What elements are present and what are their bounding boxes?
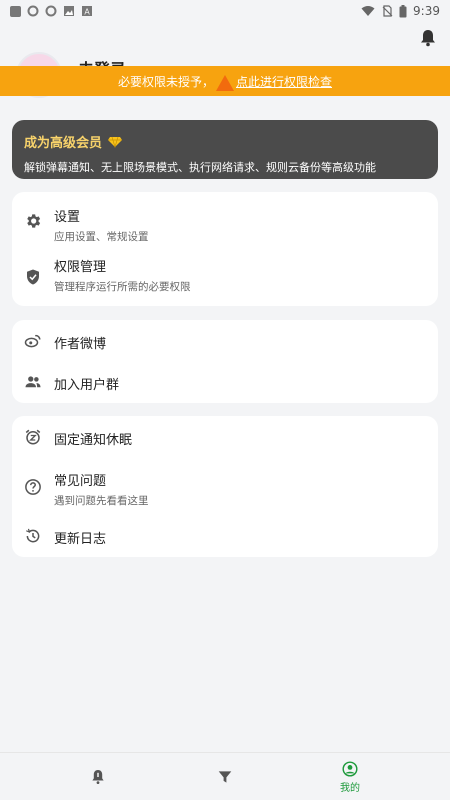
menu-card-community: 作者微博 加入用户群 bbox=[12, 320, 438, 403]
menu-item-pin-notification-sleep[interactable]: 固定通知休眠 bbox=[12, 416, 438, 458]
menu-card-help: 固定通知休眠 常见问题 遇到问题先看看这里 更新日志 bbox=[12, 416, 438, 557]
app-notification-icon bbox=[10, 5, 21, 17]
menu-item-changelog[interactable]: 更新日志 bbox=[12, 516, 438, 557]
menu-item-title: 设置 bbox=[54, 210, 81, 225]
person-icon bbox=[342, 760, 358, 777]
premium-membership-card[interactable]: 成为高级会员 解锁弹幕通知、无上限场景模式、执行网络请求、规则云备份等高级功能 bbox=[12, 120, 438, 179]
font-icon: A bbox=[82, 6, 92, 17]
menu-card-settings: 设置 应用设置、常规设置 权限管理 管理程序运行所需的必要权限 bbox=[12, 192, 438, 306]
svg-text:A: A bbox=[84, 8, 90, 17]
status-bar: A 9:39 bbox=[0, 0, 450, 22]
permission-check-link[interactable]: 点此进行权限检查 bbox=[236, 73, 332, 90]
status-icons-left: A bbox=[10, 5, 93, 17]
premium-description: 解锁弹幕通知、无上限场景模式、执行网络请求、规则云备份等高级功能 bbox=[24, 161, 376, 174]
history-icon bbox=[26, 528, 40, 543]
sync-icon bbox=[27, 5, 39, 17]
premium-title: 成为高级会员 bbox=[24, 132, 426, 151]
clock: 9:39 bbox=[413, 4, 440, 18]
menu-item-title: 常见问题 bbox=[54, 474, 107, 489]
wifi-icon bbox=[361, 6, 375, 16]
group-icon bbox=[25, 376, 41, 388]
menu-item-subtitle: 应用设置、常规设置 bbox=[54, 231, 149, 243]
nav-tab-filter[interactable] bbox=[213, 753, 237, 800]
alarm-snooze-icon bbox=[25, 429, 41, 445]
menu-item-faq[interactable]: 常见问题 遇到问题先看看这里 bbox=[12, 464, 438, 510]
gear-icon bbox=[27, 214, 41, 228]
permission-warning-banner[interactable]: 必要权限未授予， 点此进行权限检查 bbox=[0, 66, 450, 96]
help-icon bbox=[25, 479, 41, 495]
sync-icon bbox=[45, 5, 57, 17]
notification-bell-icon[interactable] bbox=[418, 28, 438, 48]
nav-tab-notifications[interactable] bbox=[86, 753, 110, 800]
shield-icon bbox=[27, 269, 39, 285]
menu-item-settings[interactable]: 设置 应用设置、常规设置 bbox=[12, 202, 438, 248]
nav-tab-me[interactable]: 我的 bbox=[330, 753, 370, 800]
menu-item-title: 权限管理 bbox=[54, 260, 107, 275]
menu-item-title: 固定通知休眠 bbox=[54, 433, 133, 448]
battery-icon bbox=[399, 4, 407, 17]
bottom-navigation: 我的 bbox=[0, 752, 450, 800]
banner-text: 必要权限未授予， bbox=[117, 74, 214, 89]
image-icon bbox=[64, 6, 74, 16]
menu-item-subtitle: 遇到问题先看看这里 bbox=[54, 495, 149, 507]
menu-item-weibo[interactable]: 作者微博 bbox=[12, 320, 438, 362]
menu-item-title: 作者微博 bbox=[54, 337, 107, 352]
diamond-icon bbox=[108, 136, 123, 148]
menu-item-title: 更新日志 bbox=[54, 532, 107, 547]
bell-icon bbox=[92, 770, 104, 784]
filter-icon bbox=[218, 771, 232, 783]
no-sim-icon bbox=[382, 5, 393, 17]
menu-item-permissions[interactable]: 权限管理 管理程序运行所需的必要权限 bbox=[12, 256, 438, 302]
premium-title-text: 成为高级会员 bbox=[24, 136, 103, 151]
weibo-icon bbox=[24, 334, 41, 348]
status-icons-right: 9:39 bbox=[361, 4, 440, 18]
menu-item-subtitle: 管理程序运行所需的必要权限 bbox=[54, 281, 191, 293]
menu-item-title: 加入用户群 bbox=[54, 378, 120, 393]
menu-item-join-group[interactable]: 加入用户群 bbox=[12, 362, 438, 403]
nav-tab-label: 我的 bbox=[340, 782, 360, 794]
warning-icon bbox=[216, 75, 234, 91]
